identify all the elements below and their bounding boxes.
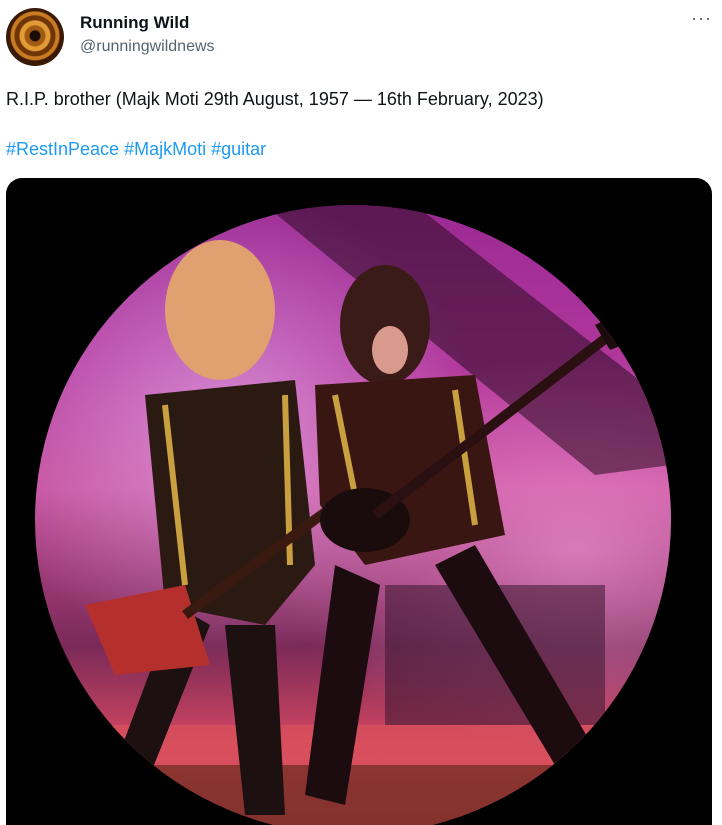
tweet-text: R.I.P. brother (Majk Moti 29th August, 1… <box>6 89 544 109</box>
author-handle[interactable]: @runningwildnews <box>80 38 215 56</box>
concert-photo <box>35 205 671 825</box>
hashtag-majkmoti[interactable]: #MajkMoti <box>124 139 206 159</box>
photo-artwork <box>35 205 671 825</box>
more-icon[interactable]: ··· <box>691 9 712 27</box>
tweet-media[interactable] <box>6 178 712 825</box>
author-display-name[interactable]: Running Wild <box>80 13 189 33</box>
avatar[interactable] <box>6 8 64 66</box>
hashtag-restinpeace[interactable]: #RestInPeace <box>6 139 119 159</box>
hashtag-guitar[interactable]: #guitar <box>211 139 266 159</box>
hashtag-list: #RestInPeace #MajkMoti #guitar <box>6 139 266 160</box>
